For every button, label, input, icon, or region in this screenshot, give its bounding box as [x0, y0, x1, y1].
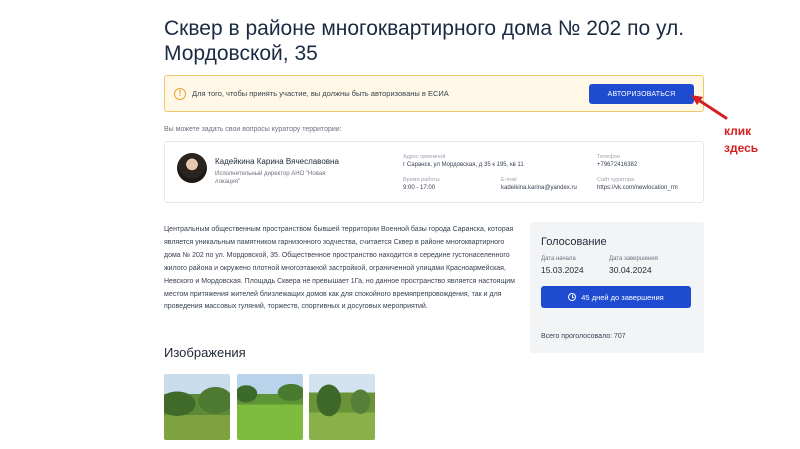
total-votes: Всего проголосовало: 707	[541, 333, 626, 340]
end-date: 30.04.2024	[609, 265, 652, 275]
alert-text: Для того, чтобы принять участие, вы долж…	[192, 89, 449, 98]
annotation-line-1: клик	[724, 124, 752, 138]
red-arrow-icon	[691, 95, 728, 120]
end-date-label: Дата завершения	[609, 256, 658, 262]
site-link[interactable]: https://vk.com/newlocation_rm	[597, 185, 678, 191]
annotation-line-2: здесь	[724, 141, 759, 155]
curator-caption: Вы можете задать свои вопросы куратору т…	[164, 126, 342, 133]
start-date-label: Дата начала	[541, 256, 576, 262]
curator-role: Исполнительный директор АНО "Новая локац…	[215, 171, 326, 185]
page-title: Сквер в районе многоквартирного дома № 2…	[164, 17, 685, 65]
curator-name: Кадейкина Карина Вячеславовна	[215, 157, 339, 166]
address-label: Адрес приемной	[403, 154, 446, 160]
park-photo-thumbnail[interactable]	[237, 374, 303, 440]
curator-card: Кадейкина Карина Вячеславовна Исполнител…	[164, 141, 704, 203]
territory-description: Центральным общественным пространством б…	[164, 226, 515, 311]
phone-value[interactable]: +79672416382	[597, 162, 637, 168]
authorize-button[interactable]: АВТОРИЗОВАТЬСЯ	[589, 84, 694, 104]
address-value: г Саранск, ул Мордовская, д 35 к 195, кв…	[403, 162, 524, 168]
site-label: Сайт куратора	[597, 177, 634, 183]
warning-circle-icon: !	[174, 87, 186, 100]
park-photo-thumbnail[interactable]	[309, 374, 375, 440]
voting-panel: Голосование Дата начала 15.03.2024 Дата …	[530, 222, 704, 353]
clock-icon	[568, 293, 577, 301]
click-here-annotation: клик здесь	[724, 123, 784, 157]
hours-label: Время работы	[403, 177, 440, 183]
email-link[interactable]: kadeikina.karina@yandex.ru	[501, 185, 577, 191]
auth-alert: ! Для того, чтобы принять участие, вы до…	[164, 75, 704, 112]
park-photo-thumbnail[interactable]	[164, 374, 230, 440]
hours-value: 9:00 - 17:00	[403, 185, 436, 191]
phone-label: Телефон	[597, 154, 620, 160]
curator-avatar	[177, 153, 207, 183]
days-left-text: 45 дней до завершения	[581, 292, 664, 302]
images-title: Изображения	[164, 345, 246, 360]
email-label: E-mail	[501, 177, 517, 183]
start-date: 15.03.2024	[541, 265, 584, 275]
days-left-button[interactable]: 45 дней до завершения	[541, 286, 691, 308]
voting-title: Голосование	[541, 236, 607, 248]
